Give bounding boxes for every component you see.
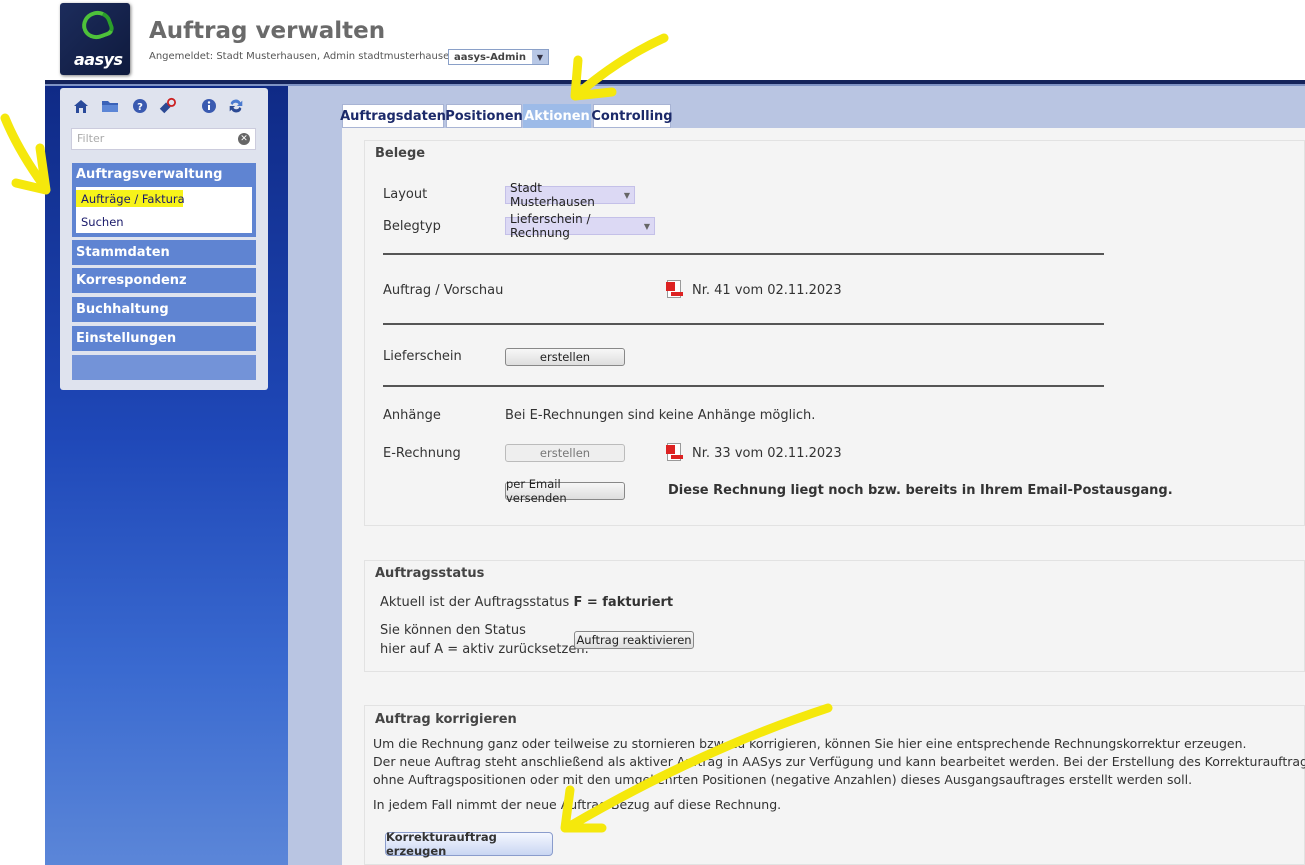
pdf-icon[interactable] <box>666 280 684 300</box>
email-note: Diese Rechnung liegt noch bzw. bereits i… <box>668 483 1173 498</box>
layout-select-value: Stadt Musterhausen <box>510 181 595 209</box>
divider <box>383 323 1104 325</box>
nav-item-auftraege-faktura[interactable]: Aufträge / Faktura <box>81 192 185 206</box>
tab-auftragsdaten[interactable]: Auftragsdaten <box>340 104 446 128</box>
create-correction-button[interactable]: Korrekturauftrag erzeugen <box>385 830 553 858</box>
status-current-value: F = fakturiert <box>573 595 674 610</box>
refresh-icon[interactable] <box>227 97 245 115</box>
belegtyp-select-value: Lieferschein / Rechnung <box>510 212 591 240</box>
lieferschein-label: Lieferschein <box>383 349 462 364</box>
korrektur-text-3: ohne Auftragspositionen oder mit den umg… <box>373 772 1193 787</box>
status-reset-line1: Sie können den Status <box>380 623 526 638</box>
nav-group-einstellungen[interactable]: Einstellungen <box>72 326 256 351</box>
chevron-down-icon: ▼ <box>623 190 630 200</box>
korrektur-title: Auftrag korrigieren <box>375 712 517 727</box>
help-icon[interactable]: ? <box>131 97 149 115</box>
status-current-prefix: Aktuell ist der Auftragsstatus <box>380 595 574 610</box>
divider <box>383 385 1104 387</box>
status-current: Aktuell ist der Auftragsstatus F = faktu… <box>380 595 673 610</box>
chevron-down-icon: ▼ <box>643 221 650 231</box>
logo-text: aasys <box>74 50 123 69</box>
erechnung-label: E-Rechnung <box>383 446 461 461</box>
role-select[interactable]: aasys-Admin ▼ <box>448 49 549 65</box>
send-email-button[interactable]: per Email versenden <box>505 477 625 505</box>
belegtyp-label: Belegtyp <box>383 219 441 234</box>
erechnung-document-link[interactable]: Nr. 33 vom 02.11.2023 <box>692 446 842 461</box>
info-icon[interactable] <box>200 97 218 115</box>
vorschau-document-link[interactable]: Nr. 41 vom 02.11.2023 <box>692 283 842 298</box>
logo-mark-icon <box>78 6 116 44</box>
layout-label: Layout <box>383 187 428 202</box>
nav-group-stammdaten[interactable]: Stammdaten <box>72 240 256 265</box>
nav-item-suchen[interactable]: Suchen <box>81 215 124 229</box>
korrektur-text-2: Der neue Auftrag steht anschließend als … <box>373 754 1305 769</box>
korrektur-text-1: Um die Rechnung ganz oder teilweise zu s… <box>373 736 1247 751</box>
tab-aktionen[interactable]: Aktionen <box>523 104 591 128</box>
status-title: Auftragsstatus <box>375 566 485 581</box>
nav-group-auftragsverwaltung[interactable]: Auftragsverwaltung <box>72 163 256 187</box>
filter-input[interactable]: Filter <box>71 128 256 150</box>
home-icon[interactable] <box>72 97 90 115</box>
nav-group-empty <box>72 355 256 380</box>
pdf-icon[interactable] <box>666 443 684 463</box>
annotation-arrow-left <box>0 113 51 195</box>
lieferschein-create-button[interactable]: erstellen <box>505 348 625 366</box>
belegtyp-select[interactable]: Lieferschein / Rechnung ▼ <box>505 212 655 240</box>
pin-icon[interactable] <box>158 97 176 115</box>
tab-controlling[interactable]: Controlling <box>591 104 673 128</box>
login-info: Angemeldet: Stadt Musterhausen, Admin st… <box>149 51 456 62</box>
anhaenge-label: Anhänge <box>383 408 441 423</box>
vorschau-label: Auftrag / Vorschau <box>383 283 504 298</box>
nav-group-korrespondenz[interactable]: Korrespondenz <box>72 268 256 293</box>
status-reset-line2: hier auf A = aktiv zurücksetzen. <box>380 642 589 657</box>
korrektur-text-4: In jedem Fall nimmt der neue Auftrag Bez… <box>373 797 782 812</box>
chevron-down-icon[interactable]: ▼ <box>531 50 548 64</box>
role-select-value: aasys-Admin <box>454 51 526 63</box>
reactivate-button[interactable]: Auftrag reaktivieren <box>574 631 694 649</box>
svg-text:?: ? <box>137 102 143 113</box>
clear-filter-icon[interactable]: ✕ <box>238 133 250 145</box>
layout-select[interactable]: Stadt Musterhausen ▼ <box>505 181 635 209</box>
erechnung-create-button[interactable]: erstellen <box>505 444 625 462</box>
belege-title: Belege <box>375 146 426 161</box>
folder-icon[interactable] <box>101 97 119 115</box>
anhaenge-text: Bei E-Rechnungen sind keine Anhänge mögl… <box>505 408 816 423</box>
divider <box>383 253 1104 255</box>
nav-group-buchhaltung[interactable]: Buchhaltung <box>72 297 256 322</box>
tab-positionen[interactable]: Positionen <box>445 104 523 128</box>
page-title: Auftrag verwalten <box>149 18 386 44</box>
app-logo: aasys <box>60 3 130 75</box>
